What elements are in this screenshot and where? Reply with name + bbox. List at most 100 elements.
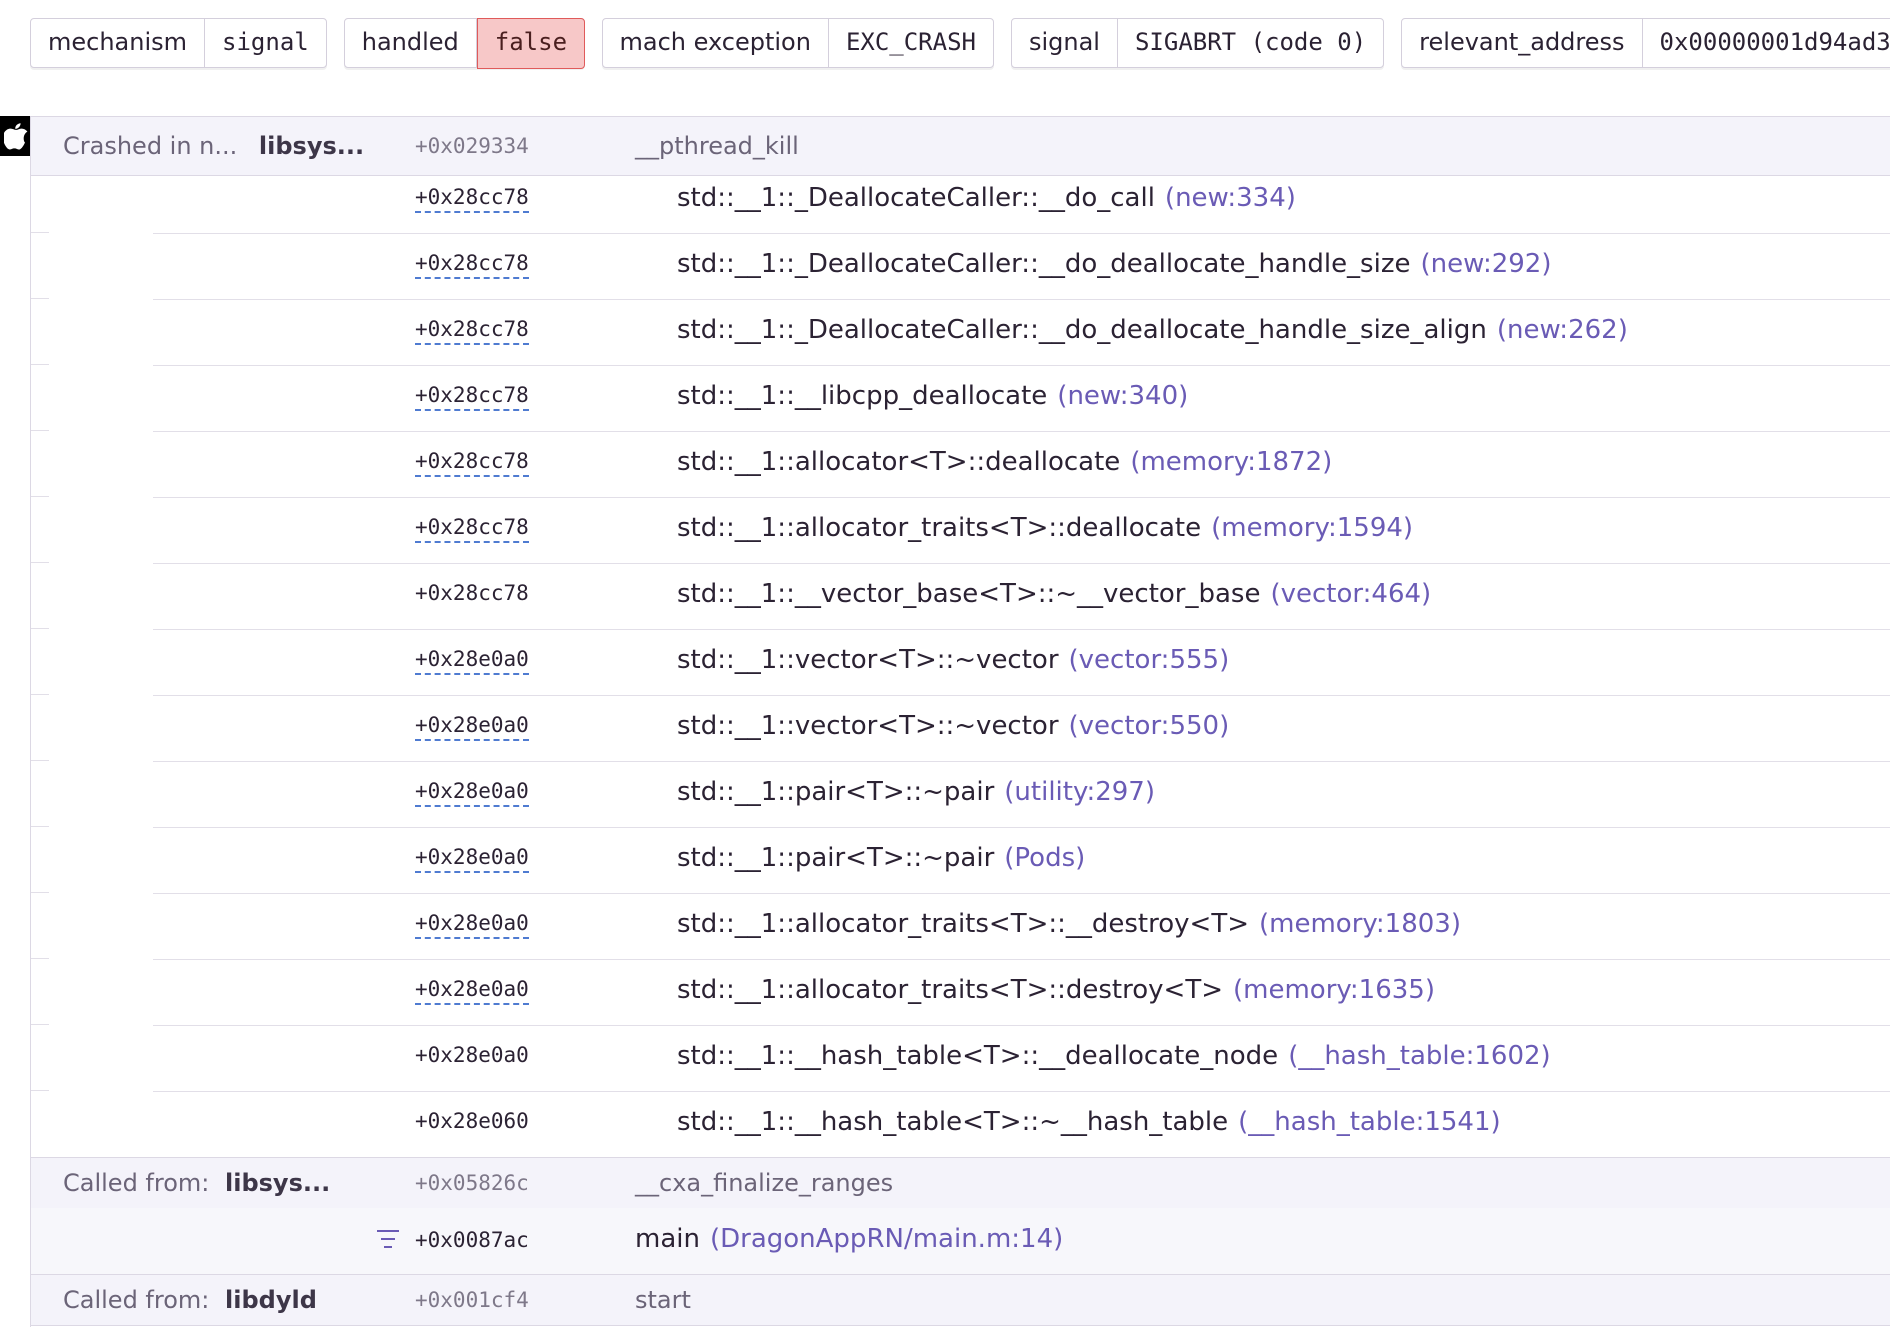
frame-address-link[interactable]: +0x28e0a0 [415,977,529,1005]
crash-label: Crashed in n... libsys... [63,132,364,160]
frame-location[interactable]: (memory:1872) [1130,447,1332,477]
frame-address-link[interactable]: +0x28cc78 [415,383,529,411]
tag-mach-exception[interactable]: mach exception EXC_CRASH [601,18,994,68]
stack-frame[interactable]: +0x28e0a0 std::__1::vector<T>::~vector (v… [153,695,1890,762]
stack-frame[interactable]: +0x28e0a0 std::__1::pair<T>::~pair (Pods) [153,827,1890,894]
row-divider [31,298,49,299]
function-name: std::__1::vector<T>::~vector [677,645,1059,675]
function-name: std::__1::allocator_traits<T>::deallocat… [677,513,1202,543]
frame-address-link[interactable]: +0x28cc78 [415,515,529,543]
stack-frame[interactable]: +0x28cc78 std::__1::__vector_base<T>::~_… [153,563,1890,630]
row-divider [31,1024,49,1025]
called-from-frame[interactable]: Called from: libdyld +0x001cf4 start [31,1275,1890,1326]
frame-function: std::__1::_DeallocateCaller::__do_deallo… [677,249,1551,279]
frame-function: std::__1::_DeallocateCaller::__do_call (n… [677,183,1296,213]
frame-function: std::__1::__hash_table<T>::~__hash_table… [677,1107,1501,1137]
stack-frame[interactable]: +0x28cc78 std::__1::_DeallocateCaller::_… [153,233,1890,300]
called-from-label: Called from: libsys... [63,1169,330,1197]
function-name: std::__1::pair<T>::~pair [677,777,995,807]
frame-address-link[interactable]: +0x28e0a0 [415,911,529,939]
function-name: std::__1::_DeallocateCaller::__do_deallo… [677,315,1487,345]
tag-key: mach exception [603,19,829,67]
called-from-address: +0x001cf4 [415,1288,529,1312]
stack-frame[interactable]: +0x28e060 std::__1::__hash_table<T>::~__… [153,1091,1890,1157]
stack-frame[interactable]: +0x28cc78 std::__1::_DeallocateCaller::_… [153,299,1890,366]
frame-address-link[interactable]: +0x28cc78 [415,317,529,345]
row-divider [31,628,49,629]
frame-location[interactable]: (new:262) [1497,315,1628,345]
tag-key: relevant_address [1402,19,1643,67]
frame-location[interactable]: (new:334) [1165,183,1296,213]
frame-address-link[interactable]: +0x28e0a0 [415,845,529,873]
row-divider [31,232,49,233]
stack-frame[interactable]: +0x28e0a0 std::__1::__hash_table<T>::__d… [153,1025,1890,1092]
crash-function: __pthread_kill [635,132,799,160]
frame-location[interactable]: (new:292) [1420,249,1551,279]
called-from-module: libsys... [225,1169,331,1197]
frame-location[interactable]: (utility:297) [1004,777,1155,807]
stack-trace: Crashed in n... libsys... +0x029334 __pt… [30,116,1890,1327]
exception-tags: mechanism signal handled false mach exce… [30,17,1890,69]
tag-handled[interactable]: handled false [343,17,586,69]
list-filter-icon[interactable] [377,1230,399,1252]
function-name: std::__1::allocator<T>::deallocate [677,447,1121,477]
main-address: +0x0087ac [415,1228,529,1252]
function-name: std::__1::__hash_table<T>::~__hash_table [677,1107,1229,1137]
frame-address-link[interactable]: +0x28e0a0 [415,713,529,741]
frame-location[interactable]: (DragonAppRN/main.m:14) [710,1224,1063,1254]
frame-address-link[interactable]: +0x28e0a0 [415,779,529,807]
main-function: main (DragonAppRN/main.m:14) [635,1224,1063,1254]
stack-frame[interactable]: +0x28e0a0 std::__1::allocator_traits<T>:… [153,893,1890,960]
function-name: std::__1::__vector_base<T>::~__vector_ba… [677,579,1261,609]
frame-location[interactable]: (memory:1635) [1233,975,1435,1005]
called-from-function: start [635,1286,691,1314]
stack-frame[interactable]: +0x28cc78 std::__1::allocator<T>::deallo… [153,431,1890,498]
frame-function: std::__1::allocator<T>::deallocate (memor… [677,447,1332,477]
function-name: std::__1::allocator_traits<T>::__destroy… [677,909,1249,939]
stack-frame[interactable]: +0x28e0a0 std::__1::pair<T>::~pair (utili… [153,761,1890,828]
row-divider [31,958,49,959]
frame-function: std::__1::pair<T>::~pair (Pods) [677,843,1085,873]
stack-frame[interactable]: +0x28e0a0 std::__1::allocator_traits<T>:… [153,959,1890,1026]
frame-function: std::__1::vector<T>::~vector (vector:555) [677,645,1229,675]
frame-address: +0x28e0a0 [415,1043,529,1067]
stack-frame[interactable]: +0x28e0a0 std::__1::vector<T>::~vector (v… [153,629,1890,696]
frame-location[interactable]: (vector:464) [1270,579,1431,609]
row-divider [31,760,49,761]
tag-mechanism[interactable]: mechanism signal [30,18,327,68]
frame-location[interactable]: (__hash_table:1541) [1238,1107,1501,1137]
frame-address-link[interactable]: +0x28cc78 [415,185,529,213]
frame-location[interactable]: (memory:1803) [1259,909,1461,939]
frame-address-link[interactable]: +0x28cc78 [415,449,529,477]
stack-frame[interactable]: +0x28cc78 std::__1::__libcpp_deallocate (… [153,365,1890,432]
tag-signal[interactable]: signal SIGABRT (code 0) [1010,18,1385,68]
frame-location[interactable]: (Pods) [1004,843,1085,873]
frame-location[interactable]: (memory:1594) [1211,513,1413,543]
frame-address-link[interactable]: +0x28e0a0 [415,647,529,675]
main-frame[interactable]: +0x0087ac main (DragonAppRN/main.m:14) [31,1208,1890,1275]
tag-relevant-address[interactable]: relevant_address 0x00000001d94ad334 [1401,18,1890,68]
called-from-module: libdyld [225,1286,317,1314]
function-name: std::__1::_DeallocateCaller::__do_call [677,183,1155,213]
frame-function: std::__1::_DeallocateCaller::__do_deallo… [677,315,1628,345]
called-from-text: Called from: [63,1169,210,1197]
tag-value: SIGABRT (code 0) [1134,28,1367,56]
apple-icon [0,116,32,156]
frame-address-link[interactable]: +0x28cc78 [415,251,529,279]
row-divider [31,892,49,893]
row-divider [31,562,49,563]
tag-value: 0x00000001d94ad334 [1659,28,1890,56]
stack-frame[interactable]: +0x28cc78 std::__1::allocator_traits<T>:… [153,497,1890,564]
stack-frame[interactable]: +0x28cc78 std::__1::_DeallocateCaller::_… [153,167,1890,234]
function-name: std::__1::pair<T>::~pair [677,843,995,873]
called-from-frame[interactable]: Called from: libsys... +0x05826c __cxa_f… [31,1157,1890,1209]
crash-label-text: Crashed in n... [63,132,238,160]
frame-function: std::__1::vector<T>::~vector (vector:550) [677,711,1229,741]
frame-location[interactable]: (__hash_table:1602) [1288,1041,1551,1071]
function-name: std::__1::__libcpp_deallocate [677,381,1048,411]
frame-function: std::__1::__libcpp_deallocate (new:340) [677,381,1188,411]
frame-location[interactable]: (vector:550) [1069,711,1230,741]
frame-location[interactable]: (new:340) [1057,381,1188,411]
frame-location[interactable]: (vector:555) [1069,645,1230,675]
tag-value: EXC_CRASH [845,28,976,56]
